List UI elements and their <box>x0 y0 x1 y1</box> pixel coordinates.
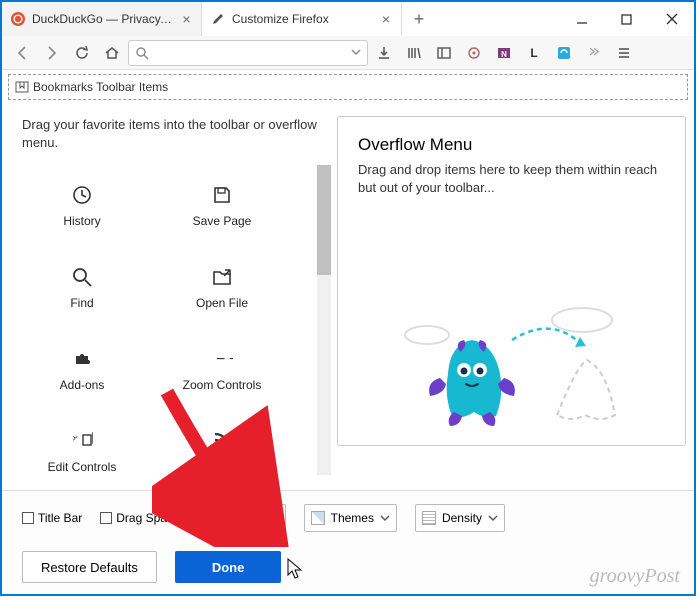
overflow-button[interactable] <box>580 39 608 67</box>
sidebar-button[interactable] <box>430 39 458 67</box>
overflow-menu-panel[interactable]: Overflow Menu Drag and drop items here t… <box>337 116 686 446</box>
reload-button[interactable] <box>68 39 96 67</box>
window-close-button[interactable] <box>649 2 694 36</box>
item-find[interactable]: Find <box>22 247 142 329</box>
back-button[interactable] <box>8 39 36 67</box>
overflow-title: Overflow Menu <box>358 135 665 155</box>
svg-text:N: N <box>501 50 507 59</box>
item-history[interactable]: History <box>22 165 142 247</box>
watermark: groovyPost <box>590 565 680 588</box>
lastpass-icon[interactable]: L <box>520 39 548 67</box>
item-label: Edit Controls <box>48 460 117 474</box>
search-icon <box>135 46 149 60</box>
home-button[interactable] <box>98 39 126 67</box>
dragspace-checkbox[interactable]: Drag Space <box>100 511 179 525</box>
cursor-icon <box>287 558 303 580</box>
themes-dropdown[interactable]: Themes <box>304 504 397 532</box>
open-icon <box>211 266 233 288</box>
url-bar[interactable] <box>128 40 368 66</box>
search-icon <box>71 266 93 288</box>
chevron-down-icon <box>380 513 390 523</box>
overflow-hint: Drag and drop items here to keep them wi… <box>358 161 665 197</box>
item-label: Zoom Controls <box>183 378 262 392</box>
item-addons[interactable]: Add-ons <box>22 329 142 411</box>
item-subscribe[interactable]: Subscribe <box>162 411 282 493</box>
tab-duckduckgo[interactable]: DuckDuckGo — Privacy, sim × <box>2 2 202 36</box>
density-icon <box>422 511 436 525</box>
item-label: Save Page <box>193 214 252 228</box>
puzzle-icon <box>71 348 93 370</box>
extension-icon-2[interactable] <box>550 39 578 67</box>
library-button[interactable] <box>400 39 428 67</box>
bookmarks-label: Bookmarks Toolbar Items <box>33 80 168 94</box>
item-open-file[interactable]: Open File <box>162 247 282 329</box>
downloads-button[interactable] <box>370 39 398 67</box>
chevron-down-icon[interactable] <box>351 44 361 62</box>
item-save-page[interactable]: Save Page <box>162 165 282 247</box>
item-label: Add-ons <box>60 378 105 392</box>
tab-strip: DuckDuckGo — Privacy, sim × Customize Fi… <box>2 2 694 36</box>
nav-toolbar: N L <box>2 36 694 70</box>
svg-text:−: − <box>216 351 225 368</box>
instructions-text: Drag your favorite items into the toolba… <box>22 116 327 151</box>
history-icon <box>71 184 93 206</box>
tab-label: DuckDuckGo — Privacy, sim <box>32 12 174 26</box>
tab-label: Customize Firefox <box>232 12 373 26</box>
tab-customize[interactable]: Customize Firefox × <box>202 2 402 36</box>
item-label: History <box>63 214 100 228</box>
customize-items-grid: History Save Page Find Open File Add-ons −+ Zo… <box>22 165 327 493</box>
duckduckgo-icon <box>10 11 26 27</box>
menu-button[interactable] <box>610 39 638 67</box>
forward-button[interactable] <box>38 39 66 67</box>
edit-icon <box>71 430 93 452</box>
window-minimize-button[interactable] <box>559 2 604 36</box>
item-edit-controls[interactable]: Edit Controls <box>22 411 142 493</box>
close-tab-icon[interactable]: × <box>180 12 193 26</box>
new-tab-button[interactable]: + <box>402 2 436 36</box>
chevron-down-icon <box>239 513 249 523</box>
restore-defaults-button[interactable]: Restore Defaults <box>22 551 157 583</box>
overflow-illustration <box>338 285 685 435</box>
item-label: Find <box>70 296 93 310</box>
scrollbar[interactable] <box>317 165 331 475</box>
close-tab-icon[interactable]: × <box>379 12 393 26</box>
chevron-down-icon <box>488 513 498 523</box>
item-label: Subscribe <box>195 460 248 474</box>
scrollbar-thumb[interactable] <box>317 165 331 275</box>
item-label: Open File <box>196 296 248 310</box>
extension-icon[interactable] <box>460 39 488 67</box>
window-maximize-button[interactable] <box>604 2 649 36</box>
svg-text:+: + <box>229 351 233 368</box>
titlebar-checkbox[interactable]: Title Bar <box>22 511 82 525</box>
density-dropdown[interactable]: Density <box>415 504 505 532</box>
zoom-icon: −+ <box>211 348 233 370</box>
onenote-icon[interactable]: N <box>490 39 518 67</box>
done-button[interactable]: Done <box>175 551 282 583</box>
brush-icon <box>210 11 226 27</box>
toolbars-dropdown[interactable]: bars <box>198 504 286 532</box>
theme-swatch-icon <box>311 511 325 525</box>
bookmarks-icon <box>15 80 29 94</box>
save-icon <box>211 184 233 206</box>
rss-icon <box>211 430 233 452</box>
item-zoom-controls[interactable]: −+ Zoom Controls <box>162 329 282 411</box>
bookmarks-toolbar-dropzone[interactable]: Bookmarks Toolbar Items <box>8 74 688 100</box>
